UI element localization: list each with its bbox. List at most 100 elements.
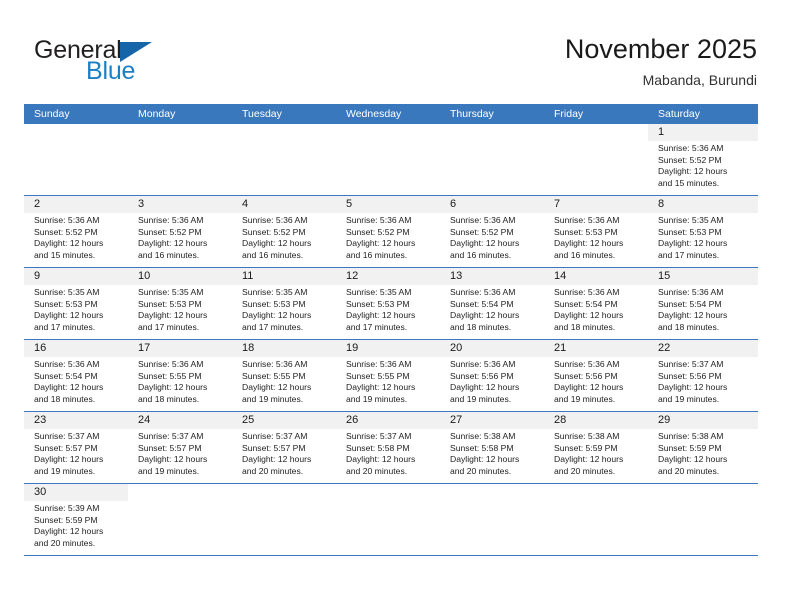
calendar-day-cell[interactable]: 5 Sunrise: 5:36 AM Sunset: 5:52 PM Daylight… <box>336 196 440 267</box>
day-sunset-text: Sunset: 5:52 PM <box>346 226 410 237</box>
day-number: 30 <box>24 484 128 501</box>
day-daylight1-text: Daylight: 12 hours <box>554 310 624 321</box>
day-sunrise-text: Sunrise: 5:36 AM <box>34 215 100 225</box>
calendar-day-cell[interactable]: 13 Sunrise: 5:36 AM Sunset: 5:54 PM Dayligh… <box>440 268 544 339</box>
day-details: Sunrise: 5:36 AM Sunset: 5:55 PM Daylight:… <box>232 357 336 405</box>
day-number: 6 <box>440 196 544 213</box>
calendar-day-cell[interactable]: 11 Sunrise: 5:35 AM Sunset: 5:53 PM Dayligh… <box>232 268 336 339</box>
calendar-day-cell[interactable]: 22 Sunrise: 5:37 AM Sunset: 5:56 PM Dayligh… <box>648 340 758 411</box>
day-details: Sunrise: 5:36 AM Sunset: 5:54 PM Daylight:… <box>544 285 648 333</box>
calendar-day-cell[interactable]: 17 Sunrise: 5:36 AM Sunset: 5:55 PM Dayligh… <box>128 340 232 411</box>
day-daylight1-text: Daylight: 12 hours <box>138 454 208 465</box>
day-number <box>24 124 128 141</box>
day-daylight2-text: and 18 minutes. <box>34 393 96 404</box>
day-sunset-text: Sunset: 5:57 PM <box>138 442 202 453</box>
calendar-day-cell[interactable]: 25 Sunrise: 5:37 AM Sunset: 5:57 PM Dayligh… <box>232 412 336 483</box>
day-details: Sunrise: 5:36 AM Sunset: 5:56 PM Daylight:… <box>544 357 648 405</box>
calendar-day-cell[interactable]: 9 Sunrise: 5:35 AM Sunset: 5:53 PM Daylight… <box>24 268 128 339</box>
day-details: Sunrise: 5:36 AM Sunset: 5:52 PM Daylight:… <box>24 213 128 261</box>
calendar-day-cell[interactable]: 27 Sunrise: 5:38 AM Sunset: 5:58 PM Dayligh… <box>440 412 544 483</box>
day-daylight1-text: Daylight: 12 hours <box>242 238 312 249</box>
day-sunset-text: Sunset: 5:53 PM <box>346 298 410 309</box>
day-sunset-text: Sunset: 5:53 PM <box>658 226 722 237</box>
calendar-day-cell[interactable]: 3 Sunrise: 5:36 AM Sunset: 5:52 PM Daylight… <box>128 196 232 267</box>
calendar-day-cell[interactable]: 7 Sunrise: 5:36 AM Sunset: 5:53 PM Daylight… <box>544 196 648 267</box>
day-daylight2-text: and 16 minutes. <box>554 249 616 260</box>
calendar-day-cell[interactable]: 20 Sunrise: 5:36 AM Sunset: 5:56 PM Dayligh… <box>440 340 544 411</box>
weekday-header-saturday: Saturday <box>658 108 701 120</box>
day-number: 10 <box>128 268 232 285</box>
day-number: 4 <box>232 196 336 213</box>
day-sunset-text: Sunset: 5:59 PM <box>34 514 98 525</box>
calendar-day-cell[interactable]: 12 Sunrise: 5:35 AM Sunset: 5:53 PM Dayligh… <box>336 268 440 339</box>
day-sunrise-text: Sunrise: 5:36 AM <box>34 359 100 369</box>
calendar-day-cell[interactable]: 24 Sunrise: 5:37 AM Sunset: 5:57 PM Dayligh… <box>128 412 232 483</box>
day-sunrise-text: Sunrise: 5:36 AM <box>138 359 204 369</box>
calendar-week-row: 9 Sunrise: 5:35 AM Sunset: 5:53 PM Daylight… <box>24 268 758 340</box>
day-details: Sunrise: 5:35 AM Sunset: 5:53 PM Daylight:… <box>128 285 232 333</box>
calendar-week-row: 1 Sunrise: 5:36 AM Sunset: 5:52 PM Daylight… <box>24 124 758 196</box>
day-daylight2-text: and 19 minutes. <box>658 393 720 404</box>
calendar-day-cell[interactable]: 14 Sunrise: 5:36 AM Sunset: 5:54 PM Dayligh… <box>544 268 648 339</box>
calendar-day-cell-empty <box>336 124 440 195</box>
day-sunset-text: Sunset: 5:52 PM <box>34 226 98 237</box>
day-daylight1-text: Daylight: 12 hours <box>34 526 104 537</box>
day-daylight2-text: and 17 minutes. <box>242 321 304 332</box>
day-details: Sunrise: 5:35 AM Sunset: 5:53 PM Daylight:… <box>648 213 758 261</box>
calendar-day-cell[interactable]: 23 Sunrise: 5:37 AM Sunset: 5:57 PM Dayligh… <box>24 412 128 483</box>
day-number: 27 <box>440 412 544 429</box>
calendar-day-cell[interactable]: 16 Sunrise: 5:36 AM Sunset: 5:54 PM Dayligh… <box>24 340 128 411</box>
day-daylight1-text: Daylight: 12 hours <box>450 238 520 249</box>
brand-name-blue: Blue <box>86 57 136 85</box>
calendar-day-cell[interactable]: 2 Sunrise: 5:36 AM Sunset: 5:52 PM Daylight… <box>24 196 128 267</box>
day-details: Sunrise: 5:39 AM Sunset: 5:59 PM Daylight:… <box>24 501 128 549</box>
day-number: 3 <box>128 196 232 213</box>
calendar-day-cell[interactable]: 6 Sunrise: 5:36 AM Sunset: 5:52 PM Daylight… <box>440 196 544 267</box>
weekday-header-wednesday: Wednesday <box>346 108 402 120</box>
day-sunrise-text: Sunrise: 5:38 AM <box>658 431 724 441</box>
day-sunset-text: Sunset: 5:53 PM <box>554 226 618 237</box>
day-details: Sunrise: 5:35 AM Sunset: 5:53 PM Daylight:… <box>24 285 128 333</box>
day-daylight1-text: Daylight: 12 hours <box>450 454 520 465</box>
day-details: Sunrise: 5:35 AM Sunset: 5:53 PM Daylight:… <box>336 285 440 333</box>
day-number <box>336 484 440 501</box>
day-daylight1-text: Daylight: 12 hours <box>242 454 312 465</box>
calendar-day-cell[interactable]: 30 Sunrise: 5:39 AM Sunset: 5:59 PM Dayligh… <box>24 484 128 555</box>
day-sunrise-text: Sunrise: 5:36 AM <box>658 287 724 297</box>
day-sunrise-text: Sunrise: 5:35 AM <box>346 287 412 297</box>
calendar-day-cell-empty <box>128 484 232 555</box>
calendar-week-row: 23 Sunrise: 5:37 AM Sunset: 5:57 PM Dayligh… <box>24 412 758 484</box>
day-sunrise-text: Sunrise: 5:36 AM <box>138 215 204 225</box>
day-number: 7 <box>544 196 648 213</box>
calendar-week-row: 2 Sunrise: 5:36 AM Sunset: 5:52 PM Daylight… <box>24 196 758 268</box>
calendar-day-cell[interactable]: 4 Sunrise: 5:36 AM Sunset: 5:52 PM Daylight… <box>232 196 336 267</box>
day-daylight2-text: and 15 minutes. <box>658 177 720 188</box>
day-daylight2-text: and 20 minutes. <box>242 465 304 476</box>
calendar-day-cell[interactable]: 18 Sunrise: 5:36 AM Sunset: 5:55 PM Dayligh… <box>232 340 336 411</box>
calendar-day-cell-empty <box>648 484 758 555</box>
day-number <box>544 124 648 141</box>
calendar-day-cell[interactable]: 8 Sunrise: 5:35 AM Sunset: 5:53 PM Daylight… <box>648 196 758 267</box>
day-details: Sunrise: 5:36 AM Sunset: 5:55 PM Daylight:… <box>128 357 232 405</box>
day-sunrise-text: Sunrise: 5:35 AM <box>658 215 724 225</box>
day-daylight2-text: and 18 minutes. <box>658 321 720 332</box>
calendar-day-cell[interactable]: 26 Sunrise: 5:37 AM Sunset: 5:58 PM Dayligh… <box>336 412 440 483</box>
brand-logo[interactable]: General Blue <box>34 36 234 88</box>
day-daylight2-text: and 20 minutes. <box>554 465 616 476</box>
day-sunset-text: Sunset: 5:55 PM <box>138 370 202 381</box>
day-number <box>648 484 758 501</box>
day-sunrise-text: Sunrise: 5:36 AM <box>450 215 516 225</box>
calendar-day-cell[interactable]: 10 Sunrise: 5:35 AM Sunset: 5:53 PM Dayligh… <box>128 268 232 339</box>
day-daylight1-text: Daylight: 12 hours <box>34 454 104 465</box>
calendar-day-cell[interactable]: 19 Sunrise: 5:36 AM Sunset: 5:55 PM Dayligh… <box>336 340 440 411</box>
day-details: Sunrise: 5:36 AM Sunset: 5:52 PM Daylight:… <box>336 213 440 261</box>
calendar-day-cell[interactable]: 28 Sunrise: 5:38 AM Sunset: 5:59 PM Dayligh… <box>544 412 648 483</box>
day-number: 8 <box>648 196 758 213</box>
calendar-day-cell[interactable]: 29 Sunrise: 5:38 AM Sunset: 5:59 PM Dayligh… <box>648 412 758 483</box>
day-daylight1-text: Daylight: 12 hours <box>658 310 728 321</box>
calendar-day-cell[interactable]: 15 Sunrise: 5:36 AM Sunset: 5:54 PM Dayligh… <box>648 268 758 339</box>
day-daylight2-text: and 17 minutes. <box>138 321 200 332</box>
calendar-day-cell[interactable]: 1 Sunrise: 5:36 AM Sunset: 5:52 PM Daylight… <box>648 124 758 195</box>
day-daylight1-text: Daylight: 12 hours <box>658 382 728 393</box>
calendar-day-cell[interactable]: 21 Sunrise: 5:36 AM Sunset: 5:56 PM Dayligh… <box>544 340 648 411</box>
